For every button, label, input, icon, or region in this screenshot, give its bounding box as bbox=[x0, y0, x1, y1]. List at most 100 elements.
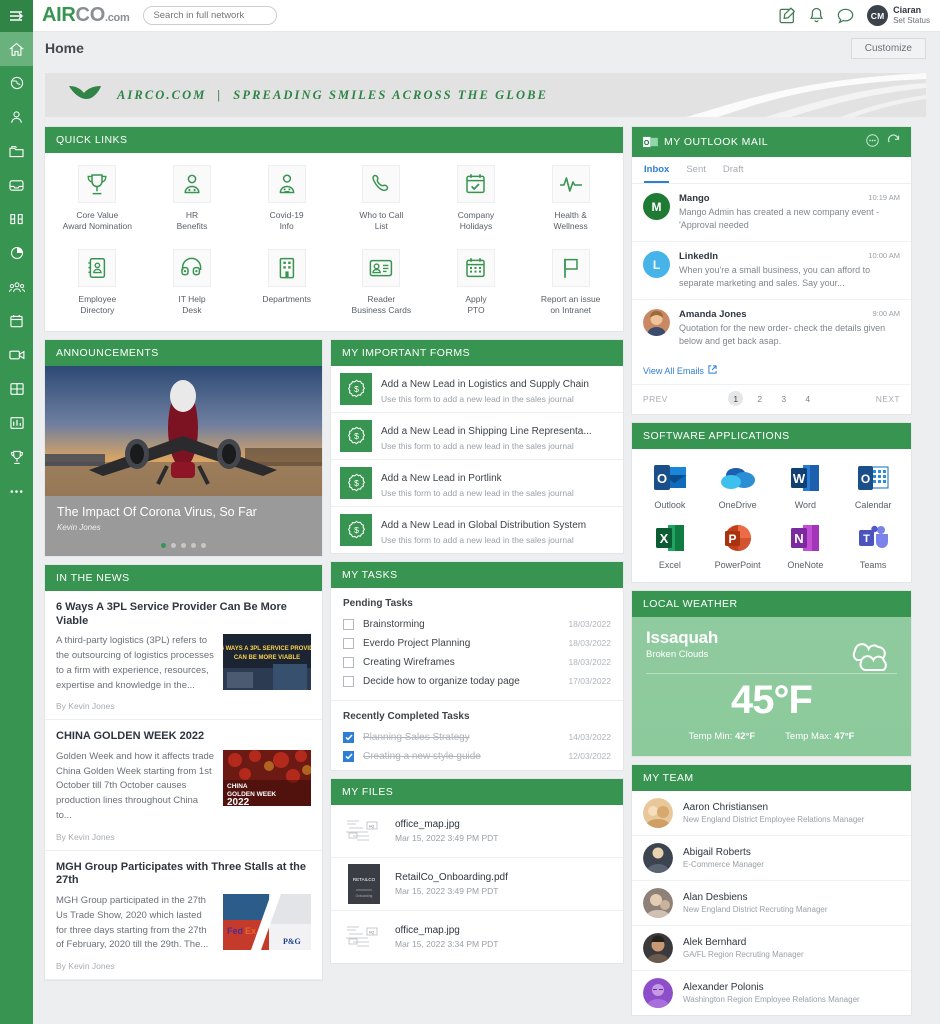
menu-toggle-button[interactable] bbox=[0, 0, 33, 32]
team-member-row[interactable]: Alek BernhardGA/FL Region Recruting Mana… bbox=[632, 926, 911, 971]
search-input[interactable] bbox=[143, 6, 277, 25]
form-item[interactable]: $ Add a New Lead in Shipping Line Repres… bbox=[331, 413, 623, 460]
task-row[interactable]: Creating Wireframes18/03/2022 bbox=[331, 653, 623, 672]
team-member-row[interactable]: Alan DesbiensNew England District Recrut… bbox=[632, 881, 911, 926]
carousel-dot-4[interactable] bbox=[191, 543, 196, 548]
sidebar-item-recognition[interactable] bbox=[0, 440, 33, 474]
more-options-icon[interactable] bbox=[866, 134, 879, 150]
task-row[interactable]: Brainstorming18/03/2022 bbox=[331, 615, 623, 634]
pagination-page-4[interactable]: 4 bbox=[800, 391, 815, 406]
email-row[interactable]: Amanda Jones9:00 AM Quotation for the ne… bbox=[632, 300, 911, 357]
news-item[interactable]: CHINA GOLDEN WEEK 2022 Golden Week and h… bbox=[45, 720, 322, 850]
sidebar-item-more[interactable] bbox=[0, 474, 33, 508]
brand-logo[interactable]: AIRCO.com bbox=[42, 4, 129, 27]
announcement-headline[interactable]: The Impact Of Corona Virus, So Far bbox=[57, 505, 310, 520]
task-checkbox[interactable] bbox=[343, 657, 354, 668]
user-status[interactable]: Set Status bbox=[893, 16, 930, 26]
email-row[interactable]: M Mango10:19 AM Mango Admin has created … bbox=[632, 184, 911, 242]
user-menu[interactable]: CM Ciaran Set Status bbox=[867, 5, 930, 26]
team-member-row[interactable]: Abigail RobertsE-Commerce Manager bbox=[632, 836, 911, 881]
sidebar-item-inbox[interactable] bbox=[0, 168, 33, 202]
sidebar-item-people[interactable] bbox=[0, 100, 33, 134]
chat-icon[interactable] bbox=[837, 8, 854, 24]
sidebar-item-video[interactable] bbox=[0, 338, 33, 372]
carousel-dot-2[interactable] bbox=[171, 543, 176, 548]
refresh-icon[interactable] bbox=[887, 134, 900, 150]
sidebar-item-groups[interactable] bbox=[0, 270, 33, 304]
quick-link-departments[interactable]: Departments bbox=[239, 249, 334, 317]
my-files-card: MY FILES HQ office_map.jpgMar 15, 2022 3… bbox=[331, 779, 623, 963]
app-onenote[interactable]: N OneNote bbox=[772, 520, 840, 570]
pagination-next[interactable]: NEXT bbox=[876, 394, 900, 404]
sidebar-item-analytics[interactable] bbox=[0, 236, 33, 270]
task-row[interactable]: Creating a new style guide12/03/2022 bbox=[331, 747, 623, 770]
pagination-prev[interactable]: PREV bbox=[643, 394, 668, 404]
team-header: MY TEAM bbox=[632, 765, 911, 791]
sidebar-item-quotes[interactable] bbox=[0, 202, 33, 236]
app-outlook[interactable]: O Outlook bbox=[636, 460, 704, 510]
quick-link-covid-info[interactable]: Covid-19Info bbox=[239, 165, 334, 233]
task-checkbox[interactable] bbox=[343, 619, 354, 630]
compose-icon[interactable] bbox=[779, 7, 796, 24]
pagination-page-3[interactable]: 3 bbox=[776, 391, 791, 406]
task-checkbox[interactable] bbox=[343, 676, 354, 687]
sidebar-item-network[interactable] bbox=[0, 66, 33, 100]
form-item[interactable]: $ Add a New Lead in PortlinkUse this for… bbox=[331, 460, 623, 507]
carousel-dot-1[interactable] bbox=[161, 543, 166, 548]
notifications-bell-icon[interactable] bbox=[809, 7, 824, 24]
forms-title: MY IMPORTANT FORMS bbox=[342, 347, 470, 359]
task-checkbox-checked[interactable] bbox=[343, 732, 354, 743]
form-item[interactable]: $ Add a New Lead in Global Distribution … bbox=[331, 507, 623, 553]
email-sender: Mango bbox=[679, 193, 710, 204]
sidebar-item-apps[interactable] bbox=[0, 372, 33, 406]
task-checkbox[interactable] bbox=[343, 638, 354, 649]
task-row[interactable]: Everdo Project Planning18/03/2022 bbox=[331, 634, 623, 653]
quick-link-report-issue[interactable]: Report an issueon Intranet bbox=[523, 249, 618, 317]
announcement-image[interactable] bbox=[45, 366, 322, 496]
quick-link-it-help-desk[interactable]: IT HelpDesk bbox=[145, 249, 240, 317]
quick-link-company-holidays[interactable]: CompanyHolidays bbox=[429, 165, 524, 233]
task-name: Planning Sales Strategy bbox=[363, 732, 470, 743]
file-row[interactable]: HQ office_map.jpgMar 15, 2022 3:49 PM PD… bbox=[331, 805, 623, 858]
sidebar-item-calendar[interactable] bbox=[0, 304, 33, 338]
sidebar-item-reports[interactable] bbox=[0, 406, 33, 440]
news-item[interactable]: MGH Group Participates with Three Stalls… bbox=[45, 851, 322, 980]
app-calendar[interactable]: O Calendar bbox=[839, 460, 907, 510]
app-excel[interactable]: X Excel bbox=[636, 520, 704, 570]
task-row[interactable]: Decide how to organize today page17/03/2… bbox=[331, 672, 623, 696]
tab-draft[interactable]: Draft bbox=[723, 164, 744, 183]
quick-link-core-value-award[interactable]: Core ValueAward Nomination bbox=[50, 165, 145, 233]
tab-sent[interactable]: Sent bbox=[686, 164, 706, 183]
file-row[interactable]: HQ office_map.jpgMar 15, 2022 3:34 PM PD… bbox=[331, 911, 623, 963]
pagination-page-2[interactable]: 2 bbox=[752, 391, 767, 406]
file-row[interactable]: RETAILCOOnboarding RetailCo_Onboarding.p… bbox=[331, 858, 623, 911]
customize-button[interactable]: Customize bbox=[851, 38, 926, 59]
task-row[interactable]: Planning Sales Strategy14/03/2022 bbox=[331, 728, 623, 747]
app-teams[interactable]: T Teams bbox=[839, 520, 907, 570]
quick-link-who-to-call[interactable]: Who to CallList bbox=[334, 165, 429, 233]
team-member-row[interactable]: Alexander PolonisWashington Region Emplo… bbox=[632, 971, 911, 1015]
quick-link-employee-directory[interactable]: EmployeeDirectory bbox=[50, 249, 145, 317]
quick-link-reader-business-cards[interactable]: ReaderBusiness Cards bbox=[334, 249, 429, 317]
sidebar-item-home[interactable] bbox=[0, 32, 33, 66]
software-title: SOFTWARE APPLICATIONS bbox=[643, 430, 790, 442]
quick-link-health-wellness[interactable]: Health &Wellness bbox=[523, 165, 618, 233]
task-checkbox-checked[interactable] bbox=[343, 751, 354, 762]
carousel-dot-3[interactable] bbox=[181, 543, 186, 548]
quick-link-hr-benefits[interactable]: HRBenefits bbox=[145, 165, 240, 233]
app-onedrive[interactable]: OneDrive bbox=[704, 460, 772, 510]
app-powerpoint[interactable]: P PowerPoint bbox=[704, 520, 772, 570]
quick-link-apply-pto[interactable]: ApplyPTO bbox=[429, 249, 524, 317]
form-item[interactable]: $ Add a New Lead in Logistics and Supply… bbox=[331, 366, 623, 413]
team-member-row[interactable]: Aaron ChristiansenNew England District E… bbox=[632, 791, 911, 836]
view-all-emails-link[interactable]: View All Emails bbox=[632, 357, 911, 384]
announcements-card: ANNOUNCEMENTS bbox=[45, 340, 322, 556]
pagination-page-1[interactable]: 1 bbox=[728, 391, 743, 406]
dollar-badge-icon: $ bbox=[340, 373, 372, 405]
app-word[interactable]: W Word bbox=[772, 460, 840, 510]
tab-inbox[interactable]: Inbox bbox=[644, 164, 669, 183]
carousel-dot-5[interactable] bbox=[201, 543, 206, 548]
email-row[interactable]: L LinkedIn10:00 AM When you're a small b… bbox=[632, 242, 911, 300]
sidebar-item-files[interactable] bbox=[0, 134, 33, 168]
news-item[interactable]: 6 Ways A 3PL Service Provider Can Be Mor… bbox=[45, 591, 322, 720]
